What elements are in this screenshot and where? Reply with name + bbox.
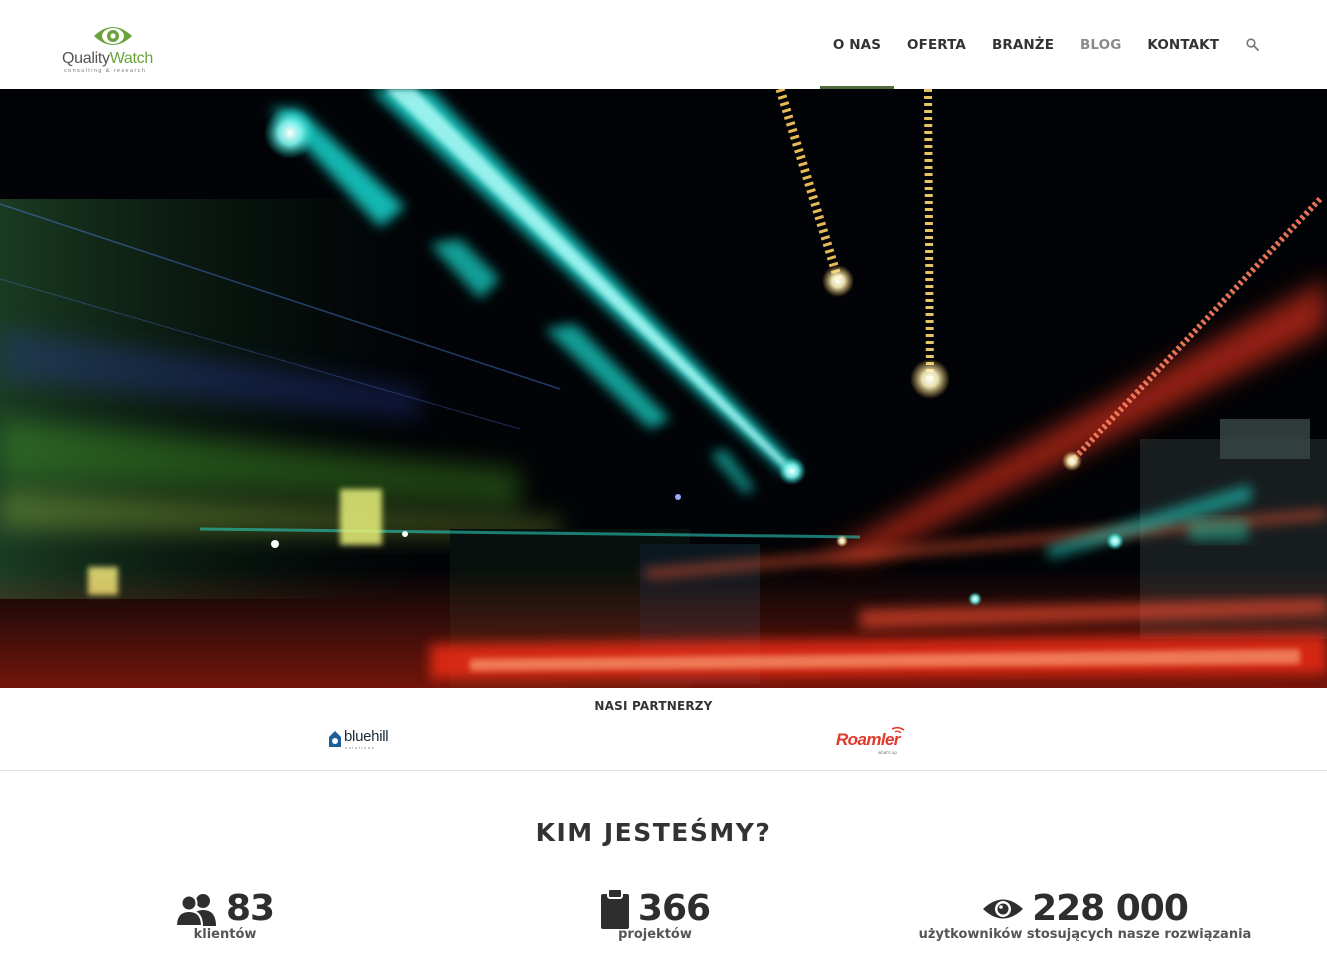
search-icon (1246, 38, 1259, 51)
stat-projects-label: projektów (618, 927, 692, 942)
partner-logo-roamler[interactable]: Roamler what's up (834, 726, 914, 756)
nav-item-o-nas[interactable]: O NAS (819, 0, 895, 89)
partners-section: NASI PARTNERZY bluehill solutions Roamle… (0, 688, 1327, 771)
clipboard-icon (600, 888, 629, 929)
stat-projects: 366 projektów (570, 888, 740, 942)
nav-item-oferta[interactable]: OFERTA (894, 0, 979, 89)
stat-users-value: 228 000 (1032, 888, 1189, 929)
partner-sub-bluehill: solutions (345, 745, 376, 750)
partner-name-roamler: Roamler (836, 730, 900, 749)
search-button[interactable] (1232, 0, 1259, 89)
nav-item-branze[interactable]: BRANŻE (979, 0, 1067, 89)
nav-item-blog[interactable]: BLOG (1067, 0, 1134, 89)
eye-icon (983, 899, 1024, 918)
stat-projects-value: 366 (637, 888, 711, 929)
main-nav: O NAS OFERTA BRANŻE BLOG KONTAKT (819, 0, 1259, 89)
logo-word-quality: Quality (62, 50, 110, 67)
site-header: QualityWatch consulting & research O NAS… (0, 0, 1327, 89)
logo-wordmark: QualityWatch (62, 50, 153, 68)
stat-clients-value: 83 (225, 888, 275, 929)
partner-logo-bluehill[interactable]: bluehill solutions (328, 728, 408, 750)
partners-title: NASI PARTNERZY (594, 699, 713, 713)
partner-sub-roamler: what's up (878, 750, 897, 755)
logo-tagline: consulting & research (64, 68, 147, 74)
users-icon (175, 893, 216, 926)
hero-light-trails-illustration (0, 89, 1327, 688)
partner-name-bluehill: bluehill (344, 728, 389, 745)
about-title: KIM JESTEŚMY? (535, 818, 772, 847)
stat-users: 228 000 użytkowników stosujących nasze r… (900, 888, 1270, 942)
logo[interactable]: QualityWatch consulting & research (62, 18, 172, 74)
eye-logo-icon (94, 27, 132, 45)
nav-item-kontakt[interactable]: KONTAKT (1134, 0, 1232, 89)
stat-users-label: użytkowników stosujących nasze rozwiązan… (918, 927, 1252, 942)
logo-word-watch: Watch (109, 50, 154, 67)
stat-clients-label: klientów (193, 927, 257, 942)
stat-clients: 83 klientów (150, 888, 300, 942)
hero-image (0, 89, 1327, 688)
